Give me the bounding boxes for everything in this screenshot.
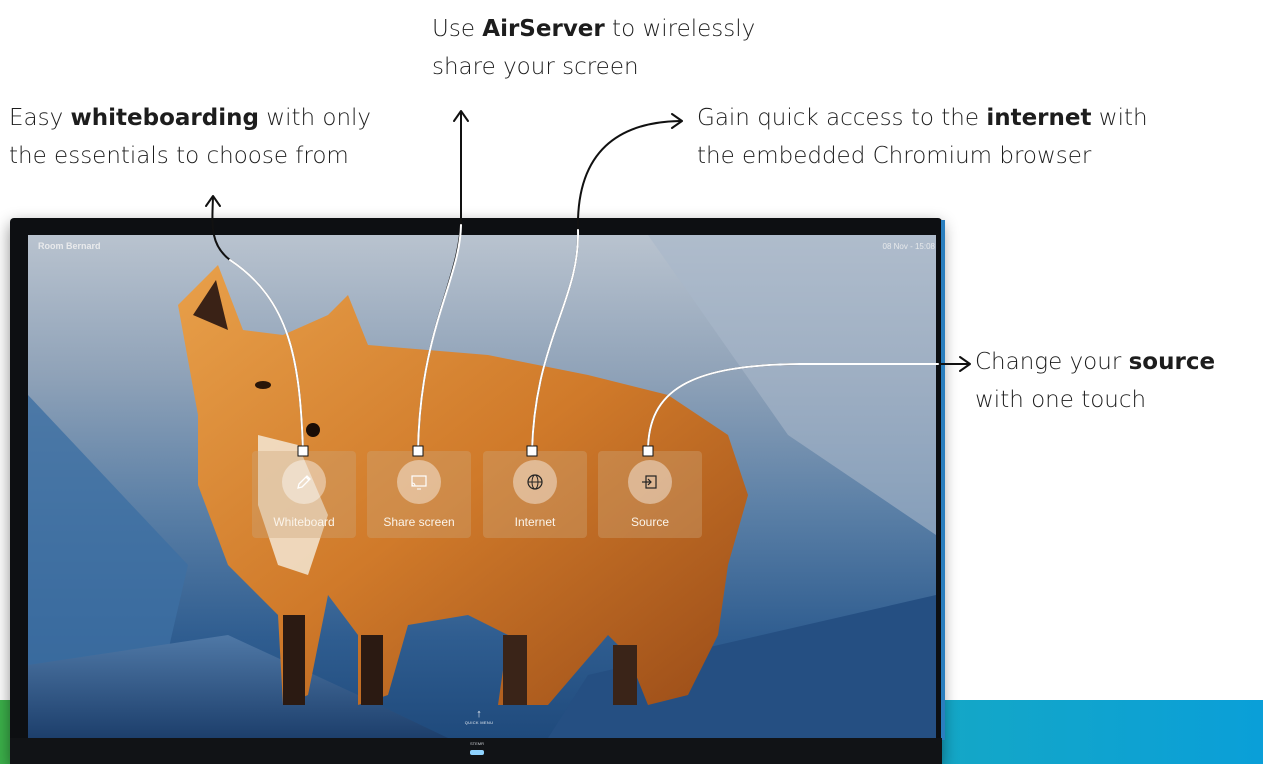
callout-connectors	[205, 110, 971, 457]
